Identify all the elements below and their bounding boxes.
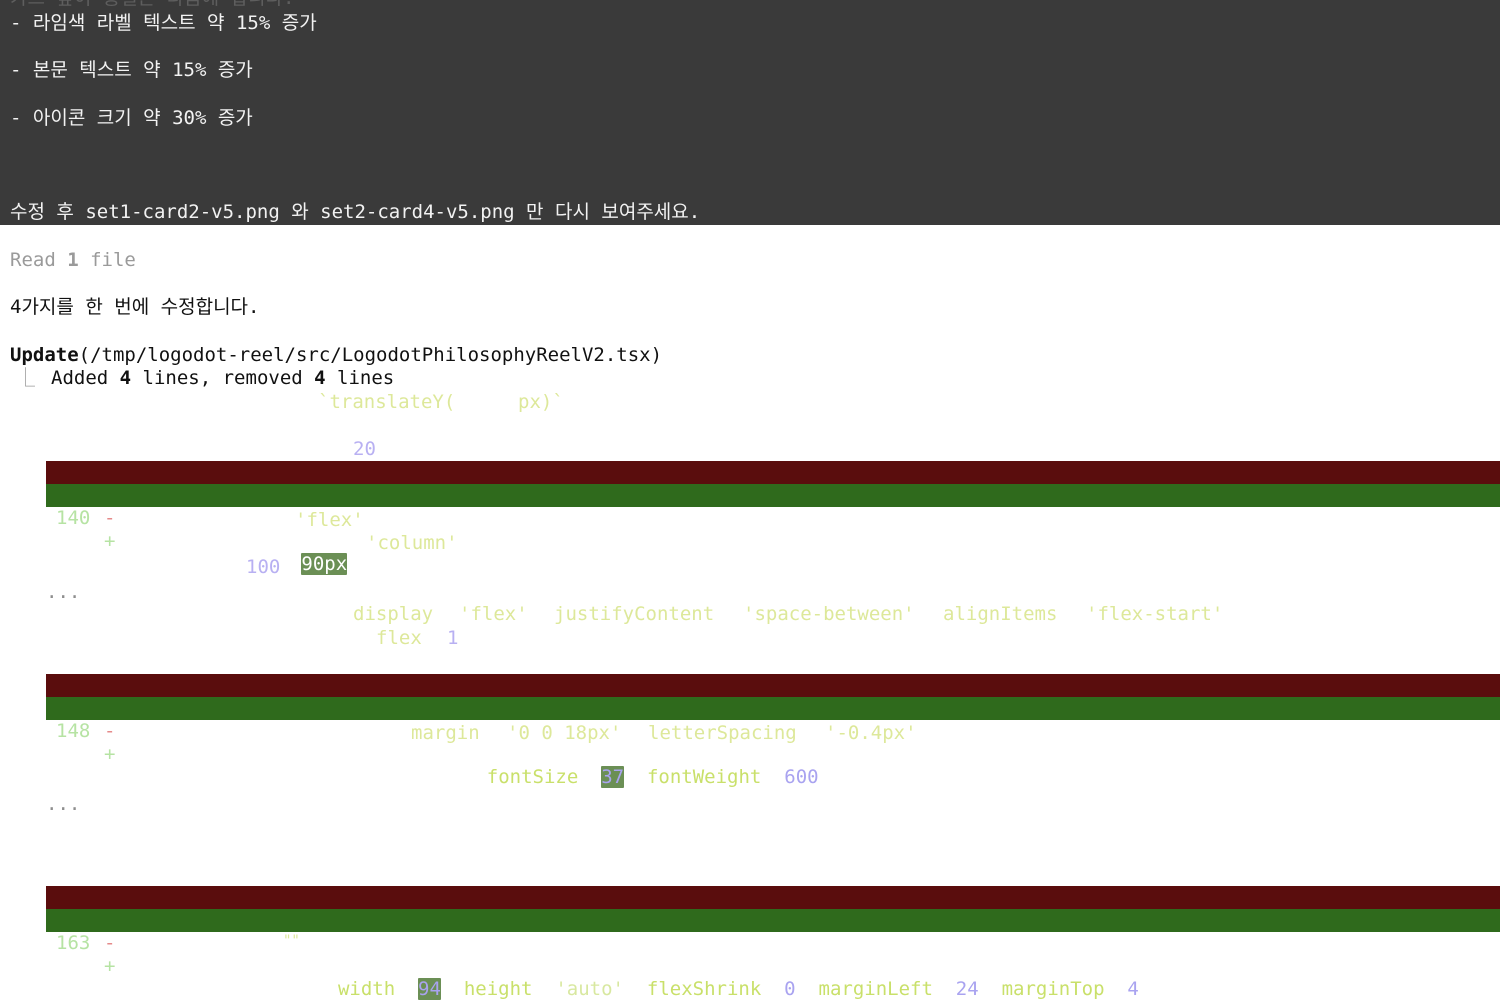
removed-code: fontFamily: F_BODY, fontSize: 32, fontWe… (258, 743, 830, 765)
context-flex-line: flex 1 (376, 626, 458, 650)
code-part: : (578, 766, 602, 788)
user-bullet-1: - 라임색 라벨 텍스트 약 15% 증가 (10, 12, 317, 34)
code-part: : (761, 766, 785, 788)
minus-sign: - (104, 507, 116, 529)
ctx-val: '-0.4px' (825, 722, 917, 744)
user-message-faded-line: 카드 높이 통일은 다음에 합니다. (10, 0, 294, 10)
ctx-key: flex (376, 627, 422, 649)
code-key: marginLeft (818, 978, 933, 1000)
plus-sign: + (104, 743, 116, 765)
code-part: , (795, 978, 819, 1000)
context-number-20: 20 (353, 438, 376, 460)
ctx-val: 'space-between' (743, 603, 915, 625)
ctx-val: 'flex-start' (1086, 603, 1224, 625)
code-key: fontWeight (646, 766, 762, 788)
code-key: flexShrink (646, 978, 762, 1000)
assistant-intro: 4가지를 한 번에 수정합니다. (10, 296, 260, 318)
diff-line-removed-163: 163 - style={{ width: 72, height: 'auto'… (46, 886, 1500, 977)
code-part: : (761, 978, 785, 1000)
ctx-key: margin (411, 722, 480, 744)
code-value: 600 (784, 766, 819, 788)
code-part: : (395, 978, 419, 1000)
ctx-key: letterSpacing (648, 722, 797, 744)
code-key: marginTop (1001, 978, 1105, 1000)
diff-ellipsis: ... (46, 793, 81, 815)
removed-code: style={{ width: 72, height: 'auto', flex… (235, 955, 1173, 977)
code-part: : (1104, 978, 1128, 1000)
user-final-request: 수정 후 set1-card2-v5.png 와 set2-card4-v5.p… (10, 201, 701, 223)
code-part: , (440, 978, 464, 1000)
added-code: fontFamily: F_BODY, fontSize: 37, fontWe… (258, 766, 830, 789)
changed-value: 94 (418, 978, 441, 1000)
ctx-key: justifyContent (554, 603, 715, 625)
line-number: 163 (56, 932, 91, 954)
user-bullet-3: - 아이콘 크기 약 30% 증가 (10, 107, 253, 129)
code-part: }} (1138, 978, 1174, 1000)
added-code: style={{ width: 94, height: 'auto', flex… (235, 978, 1173, 1001)
read-prefix: Read (10, 249, 68, 271)
code-value: 0 (784, 978, 796, 1000)
context-margin-line: margin '0 0 18px' letterSpacing '-0.4px' (411, 721, 917, 745)
code-part: : (532, 978, 556, 1000)
diff-line-removed-148: 148 - fontFamily: F_BODY, fontSize: 32, … (46, 674, 1500, 765)
changed-value: 90px (301, 553, 348, 575)
code-value: 4 (1127, 978, 1139, 1000)
minus-sign: - (104, 720, 116, 742)
summary-removed-count: 4 (314, 367, 326, 389)
code-part: , (818, 766, 831, 788)
context-number-100: 100 (246, 556, 281, 578)
ctx-val: 'flex' (459, 603, 528, 625)
code-part: , (978, 978, 1002, 1000)
code-part: , (624, 766, 647, 788)
code-key: fontSize (486, 766, 579, 788)
context-translate-a: `translateY( (318, 391, 456, 413)
code-part: fontFamily: F_BODY, (258, 766, 487, 788)
plus-sign: + (104, 955, 116, 977)
read-count: 1 (67, 249, 79, 271)
code-part: : (932, 978, 956, 1000)
ctx-key: alignItems (943, 603, 1058, 625)
context-quotes: "" (283, 933, 300, 949)
read-status: Read 1 file (10, 248, 136, 272)
code-part: style={{ (235, 978, 338, 1000)
summary-mid: lines, removed (131, 367, 315, 389)
code-value: 'auto' (555, 978, 624, 1000)
code-part: ', (347, 553, 371, 575)
changed-value: 37 (601, 766, 625, 788)
user-bullet-2: - 본문 텍스트 약 15% 증가 (10, 59, 253, 81)
tree-connector-icon: ⎿ (16, 367, 36, 389)
user-message-block: 카드 높이 통일은 다음에 합니다. - 라임색 라벨 텍스트 약 15% 증가… (0, 0, 1500, 225)
context-column: 'column' (366, 532, 458, 554)
ctx-key: display (353, 603, 434, 625)
update-path: (/tmp/logodot-reel/src/LogodotPhilosophy… (78, 344, 663, 366)
diff-line-removed-140: 140 - padding: '100px 50px', (46, 461, 1500, 552)
summary-added-word: Added (51, 367, 120, 389)
context-translate-b: px)` (518, 391, 564, 413)
diff-line-added-148: 148 + fontFamily: F_BODY, fontSize: 37, … (46, 697, 1500, 788)
ctx-val: '0 0 18px' (507, 722, 622, 744)
code-key: height (463, 978, 533, 1000)
update-summary: ⎿ Added 4 lines, removed 4 lines (16, 366, 394, 390)
minus-sign: - (104, 932, 116, 954)
context-display-line: display 'flex' justifyContent 'space-betwee… (353, 602, 1223, 626)
code-part: , (624, 978, 647, 1000)
diff-line-added-140: 140 + padding: '90px', (46, 484, 1500, 575)
line-number: 148 (56, 720, 91, 742)
update-label: Update (10, 344, 79, 366)
context-flex: 'flex' (295, 509, 364, 531)
ctx-val: 1 (447, 627, 459, 649)
summary-added-count: 4 (119, 367, 132, 389)
summary-end: lines (325, 367, 395, 389)
update-header: Update(/tmp/logodot-reel/src/LogodotPhil… (10, 343, 662, 367)
code-part: padding: ' (187, 553, 302, 575)
read-suffix: file (78, 249, 136, 271)
diff-line-added-163: 163 + style={{ width: 94, height: 'auto'… (46, 909, 1500, 1000)
code-value: 24 (955, 978, 979, 1000)
diff-ellipsis: ... (46, 581, 81, 603)
code-key: width (337, 978, 396, 1000)
plus-sign: + (104, 530, 116, 552)
line-number: 140 (56, 507, 91, 529)
